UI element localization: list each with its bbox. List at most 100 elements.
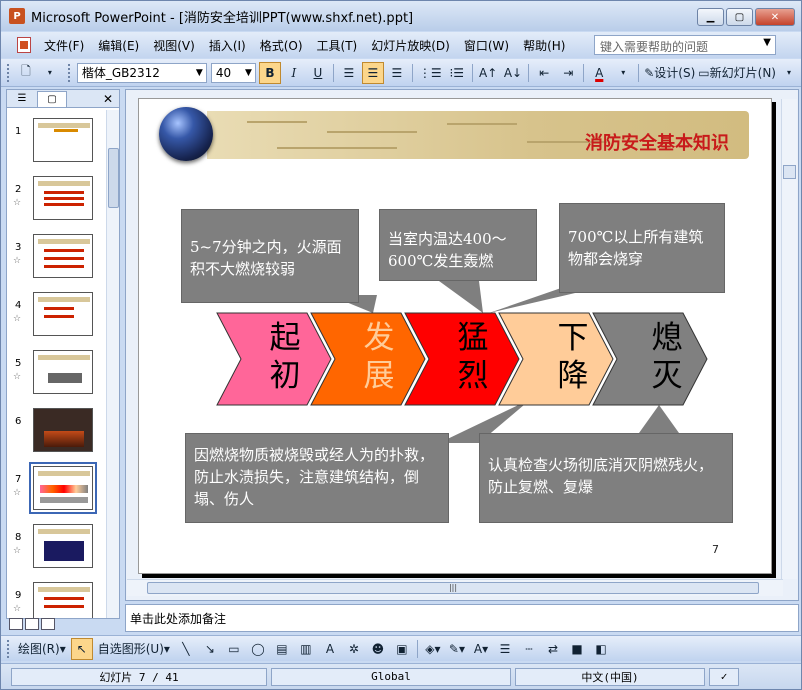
menu-slideshow[interactable]: 幻灯片放映(D) bbox=[364, 37, 457, 54]
minimize-button[interactable]: ▁ bbox=[697, 8, 724, 26]
slide-sorter-icon[interactable] bbox=[25, 618, 39, 630]
callout-box[interactable]: 当室内温达400～600℃发生轰燃 bbox=[379, 209, 537, 281]
thumbnail-slide-selected[interactable] bbox=[29, 462, 97, 514]
toolbar-grip[interactable] bbox=[67, 63, 71, 82]
close-button[interactable]: ✕ bbox=[755, 8, 795, 26]
thumbnail-item[interactable]: 2 ☆ bbox=[7, 176, 105, 232]
close-pane-icon[interactable]: ✕ bbox=[103, 92, 113, 106]
menu-window[interactable]: 窗口(W) bbox=[457, 37, 516, 54]
increase-font-icon[interactable]: A↑ bbox=[477, 62, 500, 84]
shadow-icon[interactable]: ■ bbox=[566, 638, 588, 660]
decrease-indent-icon[interactable]: ⇤ bbox=[533, 62, 555, 84]
chevron-down-icon[interactable]: ▼ bbox=[763, 37, 771, 48]
textbox-icon[interactable]: ▤ bbox=[271, 638, 293, 660]
thumbnail-item[interactable]: 4 ☆ bbox=[7, 292, 105, 348]
line-icon[interactable]: ╲ bbox=[175, 638, 197, 660]
menu-tools[interactable]: 工具(T) bbox=[310, 37, 365, 54]
thumbnail-item[interactable]: 8 ☆ bbox=[7, 524, 105, 580]
spelling-check-icon[interactable]: ✓ bbox=[709, 667, 739, 686]
scrollbar-thumb[interactable]: ||| bbox=[147, 582, 759, 594]
thumbnail-slide[interactable] bbox=[33, 292, 93, 336]
draw-menu-button[interactable]: 绘图(R) ▾ bbox=[15, 638, 69, 660]
fill-color-icon[interactable]: ◈▾ bbox=[422, 638, 444, 660]
scrollbar-thumb[interactable] bbox=[783, 165, 796, 179]
thumbnail-slide[interactable] bbox=[33, 176, 93, 220]
design-button[interactable]: ✎ 设计(S) bbox=[643, 62, 696, 84]
powerpoint-app-icon[interactable]: P bbox=[9, 8, 25, 24]
clipart-icon[interactable]: ☻ bbox=[367, 638, 389, 660]
autoshapes-button[interactable]: 自选图形(U) ▾ bbox=[95, 638, 173, 660]
thumbnail-item[interactable]: 7 ☆ bbox=[7, 462, 105, 522]
thumbnail-item[interactable]: 6 bbox=[7, 408, 105, 464]
thumbnail-slide[interactable] bbox=[33, 118, 93, 162]
arrow-style-icon[interactable]: ⇄ bbox=[542, 638, 564, 660]
normal-view-icon[interactable] bbox=[9, 618, 23, 630]
tab-outline[interactable]: ☰ bbox=[7, 91, 37, 107]
thumbnail-item[interactable]: 3 ☆ bbox=[7, 234, 105, 290]
italic-button[interactable]: I bbox=[283, 62, 305, 84]
bold-button[interactable]: B bbox=[258, 61, 281, 84]
numbered-list-icon[interactable]: ⋮☰ bbox=[417, 62, 444, 84]
arrow-icon[interactable]: ↘ bbox=[199, 638, 221, 660]
toolbar-grip[interactable] bbox=[7, 639, 10, 658]
select-pointer-icon[interactable]: ↖ bbox=[70, 637, 93, 660]
maximize-button[interactable]: ▢ bbox=[726, 8, 753, 26]
increase-indent-icon[interactable]: ⇥ bbox=[557, 62, 579, 84]
underline-button[interactable]: U bbox=[307, 62, 329, 84]
toolbar-grip[interactable] bbox=[7, 63, 10, 82]
dash-style-icon[interactable]: ┄ bbox=[518, 638, 540, 660]
thumbnail-slide[interactable] bbox=[33, 408, 93, 452]
callout-box[interactable]: 700℃以上所有建筑物都会烧穿 bbox=[559, 203, 725, 293]
new-document-icon[interactable]: 🗋 bbox=[15, 62, 37, 84]
new-slide-button[interactable]: ▭ 新幻灯片(N) bbox=[698, 62, 776, 84]
align-left-icon[interactable]: ☰ bbox=[338, 62, 360, 84]
rectangle-icon[interactable]: ▭ bbox=[223, 638, 245, 660]
callout-box[interactable]: 认真检查火场彻底消灭阴燃残火，防止复燃、复爆 bbox=[479, 433, 733, 523]
font-color-icon[interactable]: A bbox=[588, 62, 610, 84]
thumbnail-item[interactable]: 5 ☆ bbox=[7, 350, 105, 406]
font-size-select[interactable]: 40 ▼ bbox=[210, 62, 256, 83]
menu-format[interactable]: 格式(O) bbox=[253, 37, 310, 54]
thumbnail-slide[interactable] bbox=[33, 234, 93, 278]
document-icon[interactable] bbox=[17, 37, 31, 53]
thumbnail-item[interactable]: 1 bbox=[7, 118, 105, 174]
picture-icon[interactable]: ▣ bbox=[391, 638, 413, 660]
scrollbar-thumb[interactable] bbox=[108, 148, 119, 208]
menu-help[interactable]: 帮助(H) bbox=[516, 37, 572, 54]
thumbnail-slide[interactable] bbox=[33, 350, 93, 394]
3d-icon[interactable]: ◧ bbox=[590, 638, 612, 660]
menu-view[interactable]: 视图(V) bbox=[146, 37, 202, 54]
line-style-icon[interactable]: ☰ bbox=[494, 638, 516, 660]
align-center-icon[interactable]: ☰ bbox=[361, 61, 384, 84]
oval-icon[interactable]: ◯ bbox=[247, 638, 269, 660]
decrease-font-icon[interactable]: A↓ bbox=[502, 62, 525, 84]
thumbnail-item[interactable]: 9 ☆ bbox=[7, 582, 105, 618]
menu-insert[interactable]: 插入(I) bbox=[202, 37, 253, 54]
wordart-icon[interactable]: A bbox=[319, 638, 341, 660]
align-right-icon[interactable]: ☰ bbox=[386, 62, 408, 84]
editor-vertical-scrollbar[interactable] bbox=[781, 99, 797, 579]
slideshow-icon[interactable] bbox=[41, 618, 55, 630]
diagram-icon[interactable]: ✲ bbox=[343, 638, 365, 660]
chevron-down-icon[interactable]: ▼ bbox=[196, 68, 203, 78]
chevron-down-icon[interactable]: ▼ bbox=[245, 68, 252, 78]
font-color-icon[interactable]: A▾ bbox=[470, 638, 492, 660]
menu-file[interactable]: 文件(F) bbox=[37, 37, 91, 54]
chevron-down-icon[interactable]: ▾ bbox=[612, 62, 634, 84]
line-color-icon[interactable]: ✎▾ bbox=[446, 638, 468, 660]
font-name-select[interactable]: 楷体_GB2312 ▼ bbox=[76, 62, 207, 83]
slide-canvas[interactable]: 消防安全基本知识 起初 发展 猛烈 下降 熄灭 5~7分钟之内，火源面积不大燃烧… bbox=[138, 98, 772, 574]
title-bar[interactable]: P Microsoft PowerPoint - [消防安全培训PPT(www.… bbox=[1, 1, 801, 31]
chevron-down-icon[interactable]: ▾ bbox=[778, 62, 800, 84]
chevron-down-icon[interactable]: ▾ bbox=[39, 62, 61, 84]
editor-horizontal-scrollbar[interactable]: ||| bbox=[127, 579, 783, 596]
thumbnail-slide[interactable] bbox=[33, 582, 93, 618]
tab-slides[interactable]: ▢ bbox=[37, 90, 67, 107]
thumbnail-slide[interactable] bbox=[33, 524, 93, 568]
bullet-list-icon[interactable]: ⁝☰ bbox=[446, 62, 468, 84]
thumbnail-scrollbar[interactable] bbox=[106, 110, 119, 618]
callout-box[interactable]: 因燃烧物质被烧毁或经人为的扑救，防止水渍损失，注意建筑结构，倒塌、伤人 bbox=[185, 433, 449, 523]
vertical-textbox-icon[interactable]: ▥ bbox=[295, 638, 317, 660]
menu-edit[interactable]: 编辑(E) bbox=[91, 37, 146, 54]
callout-box[interactable]: 5~7分钟之内，火源面积不大燃烧较弱 bbox=[181, 209, 359, 303]
